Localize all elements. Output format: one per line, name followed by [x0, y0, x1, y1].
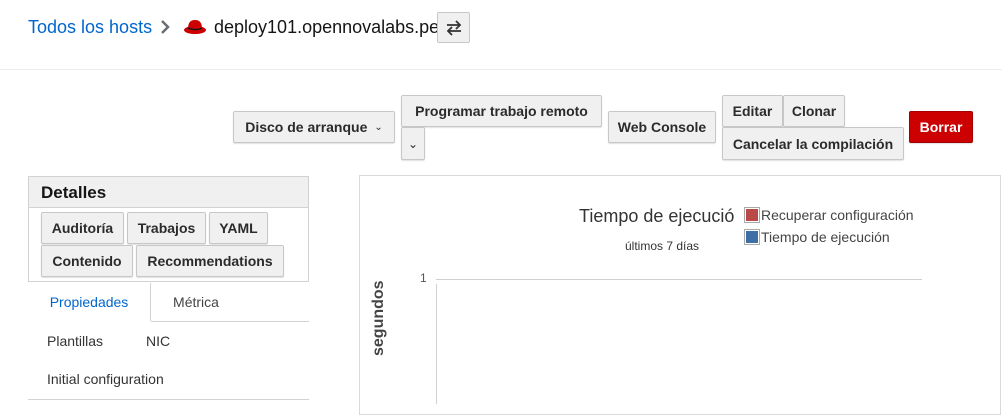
chart-title: Tiempo de ejecució [579, 206, 735, 226]
cancel-build-button[interactable]: Cancelar la compilación [722, 127, 904, 160]
y-gridline [436, 279, 922, 280]
delete-button[interactable]: Borrar [909, 111, 973, 143]
yaml-button[interactable]: YAML [209, 212, 268, 244]
subtabs-divider [28, 399, 309, 400]
subtab-initial-configuration[interactable]: Initial configuration [47, 371, 164, 387]
remote-job-dropdown-toggle[interactable]: ⌄ [401, 127, 425, 160]
y-tick-label: 1 [420, 271, 427, 285]
chart-subtitle: últimos 7 días [625, 239, 700, 253]
legend-label: Recuperar configuración [761, 207, 914, 223]
exchange-icon [446, 20, 462, 36]
schedule-remote-job-button[interactable]: Programar trabajo remoto [401, 95, 602, 127]
chevron-down-icon: ⌄ [407, 136, 419, 151]
details-title: Detalles [29, 177, 308, 208]
y-axis-label: segundos [370, 280, 387, 356]
edit-button[interactable]: Editar [722, 95, 783, 127]
switch-host-button[interactable] [437, 12, 470, 43]
redhat-logo-icon [183, 17, 207, 37]
header-divider [0, 69, 1002, 70]
clone-button[interactable]: Clonar [783, 95, 845, 127]
tab-metrics[interactable]: Métrica [151, 283, 241, 321]
legend-swatch [746, 209, 758, 221]
audit-button[interactable]: Auditoría [41, 212, 124, 244]
legend-swatch [746, 231, 758, 243]
y-axis-line [436, 284, 437, 404]
chevron-right-icon [158, 17, 172, 37]
boot-disk-dropdown-button[interactable]: Disco de arranque ⌄ [233, 111, 395, 143]
chevron-down-icon: ⌄ [374, 121, 383, 133]
tabs-divider [151, 321, 309, 322]
legend-item[interactable]: Tiempo de ejecución [746, 229, 890, 245]
web-console-button[interactable]: Web Console [608, 111, 716, 143]
breadcrumb-all-hosts-link[interactable]: Todos los hosts [28, 16, 152, 38]
breadcrumb-host-name: deploy101.opennovalabs.pe [214, 17, 440, 37]
jobs-button[interactable]: Trabajos [127, 212, 206, 244]
recommendations-button[interactable]: Recommendations [136, 245, 284, 277]
legend-label: Tiempo de ejecución [761, 229, 890, 245]
tab-properties[interactable]: Propiedades [28, 283, 151, 321]
boot-disk-label: Disco de arranque [245, 119, 368, 135]
content-button[interactable]: Contenido [41, 245, 133, 277]
legend-item[interactable]: Recuperar configuración [746, 207, 914, 223]
subtab-nic[interactable]: NIC [146, 333, 170, 349]
subtab-templates[interactable]: Plantillas [47, 333, 103, 349]
